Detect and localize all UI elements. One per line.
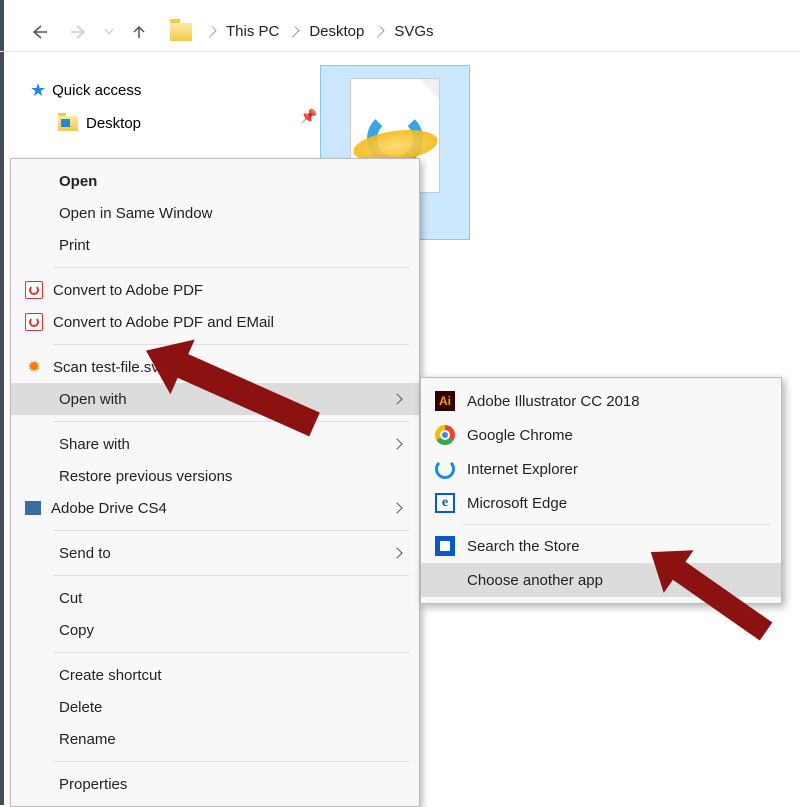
chevron-right-icon <box>391 547 402 558</box>
submenu-search-store[interactable]: Search the Store <box>421 529 781 563</box>
submenu-edge[interactable]: e Microsoft Edge <box>421 486 781 520</box>
quick-access-item[interactable]: ★ Quick access <box>30 80 141 101</box>
back-button[interactable] <box>20 16 58 48</box>
navigation-pane: ★ Quick access Desktop 📌 <box>30 80 141 132</box>
menu-separator <box>53 344 409 345</box>
avast-icon: ✹ <box>25 358 43 376</box>
breadcrumb-svgs[interactable]: SVGs <box>392 23 435 40</box>
ctx-convert-pdf-email[interactable]: Convert to Adobe PDF and EMail <box>11 306 419 338</box>
quick-access-label: Quick access <box>52 82 141 99</box>
chevron-right-icon <box>391 502 402 513</box>
submenu-chrome[interactable]: Google Chrome <box>421 418 781 452</box>
submenu-label: Google Chrome <box>467 427 573 444</box>
sidebar-item-desktop[interactable]: Desktop <box>58 115 141 132</box>
ctx-rename[interactable]: Rename <box>11 723 419 755</box>
edge-icon: e <box>435 493 455 513</box>
ctx-print[interactable]: Print <box>11 229 419 261</box>
menu-separator <box>53 421 409 422</box>
ctx-cut[interactable]: Cut <box>11 582 419 614</box>
submenu-label: Adobe Illustrator CC 2018 <box>467 393 640 410</box>
address-bar-folder-icon[interactable] <box>170 23 192 41</box>
ctx-delete[interactable]: Delete <box>11 691 419 723</box>
ctx-create-shortcut[interactable]: Create shortcut <box>11 659 419 691</box>
window-left-accent <box>0 0 4 805</box>
breadcrumb-separator-icon[interactable] <box>205 26 216 37</box>
breadcrumb-desktop[interactable]: Desktop <box>307 23 366 40</box>
navigation-bar: This PC Desktop SVGs <box>0 12 800 52</box>
ctx-convert-pdf[interactable]: Convert to Adobe PDF <box>11 274 419 306</box>
illustrator-icon: Ai <box>435 391 455 411</box>
menu-separator <box>463 524 771 525</box>
chevron-right-icon <box>391 393 402 404</box>
context-menu: Open Open in Same Window Print Convert t… <box>10 158 420 807</box>
forward-button[interactable] <box>60 16 98 48</box>
ctx-restore-versions[interactable]: Restore previous versions <box>11 460 419 492</box>
breadcrumb-separator-icon[interactable] <box>374 26 385 37</box>
ctx-properties[interactable]: Properties <box>11 768 419 800</box>
submenu-label: Search the Store <box>467 538 580 555</box>
adobe-drive-icon <box>25 501 41 515</box>
ctx-open-same-window[interactable]: Open in Same Window <box>11 197 419 229</box>
pin-icon[interactable]: 📌 <box>300 108 317 125</box>
breadcrumb-separator-icon[interactable] <box>289 26 300 37</box>
ie-icon <box>435 459 455 479</box>
menu-separator <box>53 761 409 762</box>
ctx-open[interactable]: Open <box>11 165 419 197</box>
breadcrumb-this-pc[interactable]: This PC <box>224 23 281 40</box>
ctx-adobe-drive[interactable]: Adobe Drive CS4 <box>11 492 419 524</box>
folder-icon <box>58 116 78 131</box>
chevron-right-icon <box>391 438 402 449</box>
menu-separator <box>53 652 409 653</box>
pdf-icon <box>25 281 43 299</box>
recent-locations-dropdown[interactable] <box>100 16 118 48</box>
open-with-submenu: Ai Adobe Illustrator CC 2018 Google Chrom… <box>420 377 782 604</box>
store-icon <box>435 536 455 556</box>
chrome-icon <box>435 425 455 445</box>
menu-separator <box>53 575 409 576</box>
blank-icon <box>435 570 455 590</box>
ctx-send-to[interactable]: Send to <box>11 537 419 569</box>
ctx-share-with[interactable]: Share with <box>11 428 419 460</box>
ctx-copy[interactable]: Copy <box>11 614 419 646</box>
menu-separator <box>53 530 409 531</box>
star-icon: ★ <box>30 80 46 101</box>
submenu-label: Choose another app <box>467 572 603 589</box>
sidebar-item-label: Desktop <box>86 115 141 132</box>
up-button[interactable] <box>120 16 158 48</box>
submenu-label: Microsoft Edge <box>467 495 567 512</box>
submenu-illustrator[interactable]: Ai Adobe Illustrator CC 2018 <box>421 384 781 418</box>
pdf-icon <box>25 313 43 331</box>
menu-separator <box>53 267 409 268</box>
submenu-label: Internet Explorer <box>467 461 578 478</box>
submenu-ie[interactable]: Internet Explorer <box>421 452 781 486</box>
